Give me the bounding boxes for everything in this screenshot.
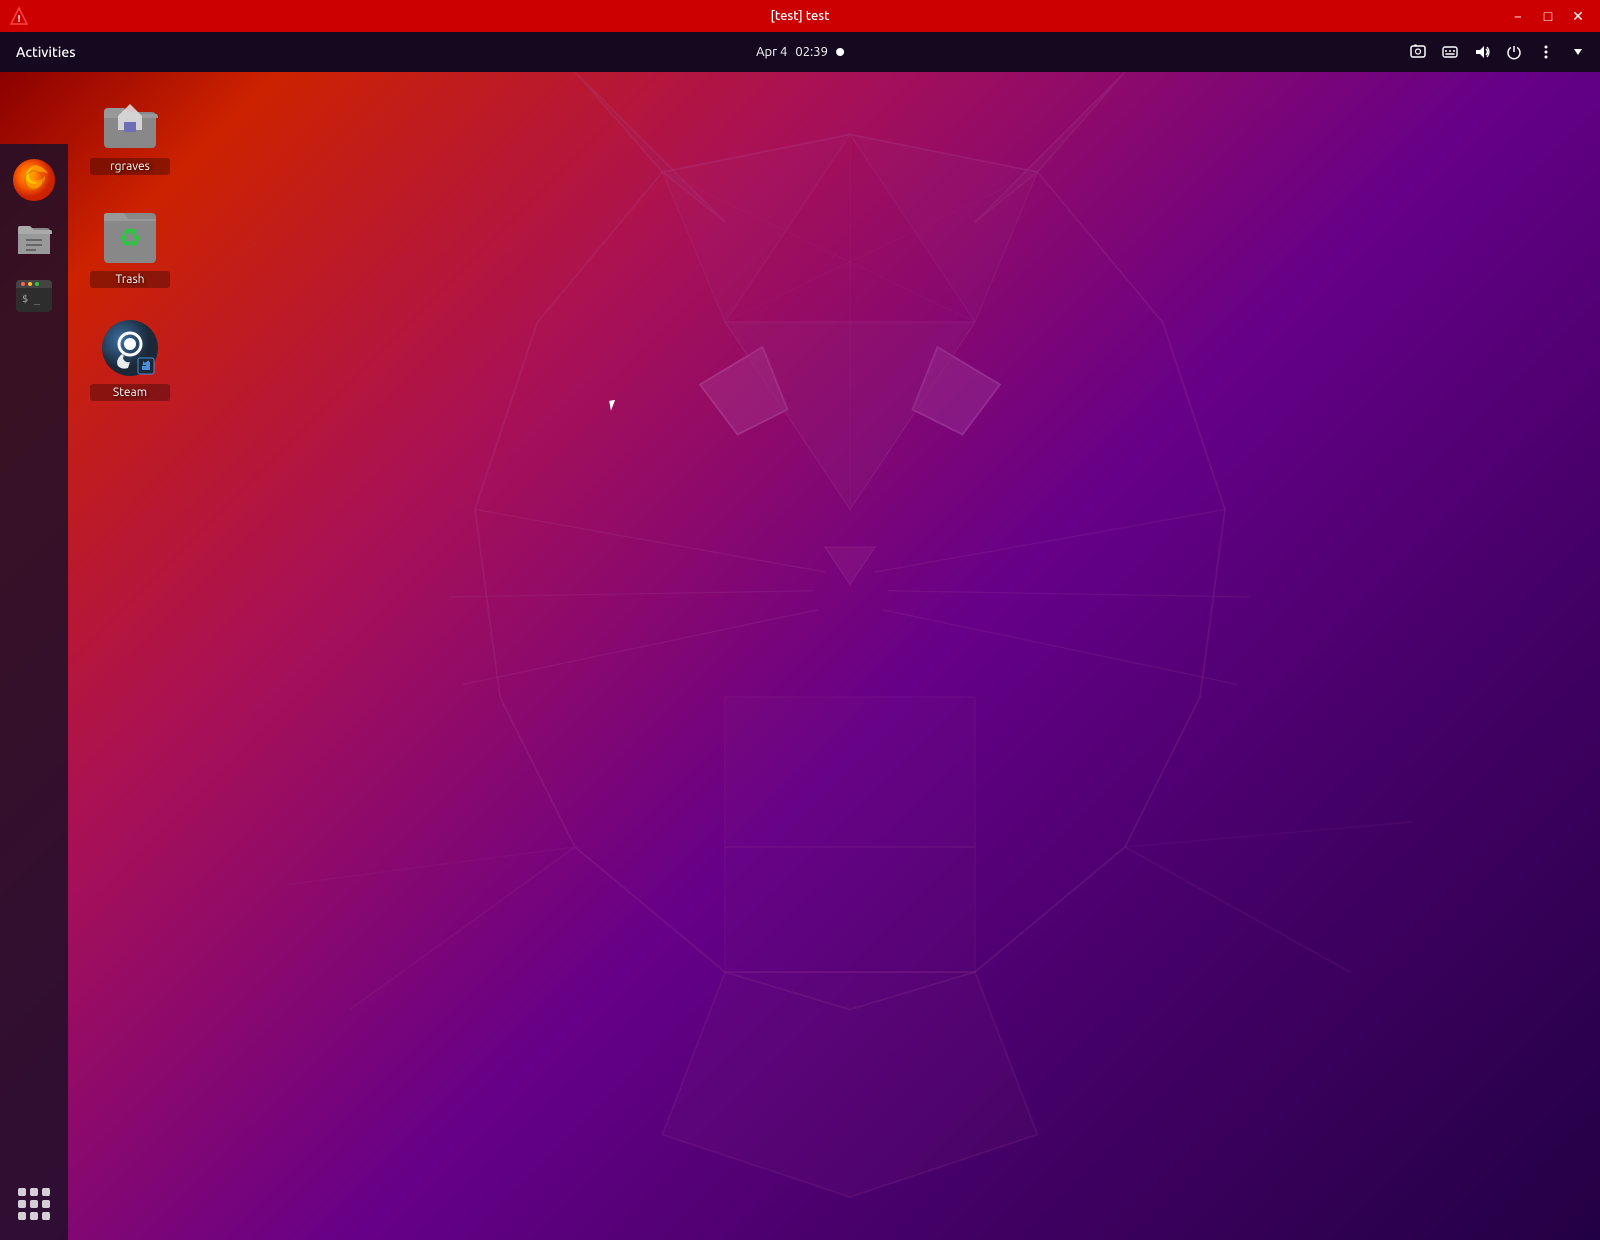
svg-text:!: ! (18, 13, 21, 24)
clock-indicator (836, 48, 844, 56)
desktop-wallpaper-art (100, 72, 1600, 1240)
terminal-icon: $ _ (12, 274, 56, 318)
apps-dot (42, 1200, 50, 1208)
dock-item-firefox[interactable] (8, 154, 60, 206)
home-folder-icon (100, 92, 160, 152)
desktop-icon-home[interactable]: rgraves (90, 92, 170, 175)
top-panel: Activities Apr 4 02:39 (0, 32, 1600, 72)
trash-label: Trash (90, 271, 170, 288)
clock-date: Apr 4 (756, 45, 787, 59)
power-tray-icon[interactable] (1500, 38, 1528, 66)
close-button[interactable]: ✕ (1564, 2, 1592, 30)
trash-icon-svg: ♻ (102, 205, 158, 265)
indicator-tray-icon[interactable] (1532, 38, 1560, 66)
apps-dot (18, 1188, 26, 1196)
keyboard-tray-icon[interactable] (1436, 38, 1464, 66)
apps-dot (18, 1212, 26, 1220)
desktop-icon-trash[interactable]: ♻ Trash (90, 205, 170, 288)
apps-dot (30, 1200, 38, 1208)
home-icon-svg (100, 94, 160, 150)
apps-dot (42, 1188, 50, 1196)
clock[interactable]: Apr 4 02:39 (756, 45, 844, 59)
trash-icon: ♻ (100, 205, 160, 265)
apps-dot (30, 1212, 38, 1220)
activities-button[interactable]: Activities (0, 32, 92, 72)
minimize-button[interactable]: − (1504, 2, 1532, 30)
dock-item-terminal[interactable]: $ _ (8, 270, 60, 322)
apps-grid-icon (18, 1188, 50, 1220)
dropdown-tray-icon[interactable] (1564, 38, 1592, 66)
window-title: [test] test (771, 9, 830, 23)
mouse-cursor (609, 399, 620, 410)
svg-text:♻: ♻ (118, 223, 141, 252)
home-folder-label: rgraves (90, 158, 170, 175)
titlebar: ! [test] test − □ ✕ (0, 0, 1600, 32)
apps-dot (18, 1200, 26, 1208)
maximize-button[interactable]: □ (1534, 2, 1562, 30)
firefox-icon (11, 157, 57, 203)
steam-icon-svg (100, 318, 160, 378)
steam-icon (100, 318, 160, 378)
show-applications-button[interactable] (8, 1178, 60, 1230)
titlebar-left: ! (0, 5, 30, 27)
desktop: $ _ (0, 72, 1600, 1240)
window-controls: − □ ✕ (1504, 2, 1600, 30)
apps-dot (42, 1212, 50, 1220)
apps-dot (30, 1188, 38, 1196)
app-icon: ! (8, 5, 30, 27)
steam-label: Steam (90, 384, 170, 401)
system-tray (1404, 38, 1600, 66)
desktop-icons-area: rgraves ♻ Trash (80, 82, 180, 411)
clock-time: 02:39 (795, 45, 828, 59)
dock-item-files[interactable] (8, 212, 60, 264)
desktop-icon-steam[interactable]: Steam (90, 318, 170, 401)
dock: $ _ (0, 144, 68, 1240)
svg-text:$ _: $ _ (22, 294, 41, 305)
screenshot-tray-icon[interactable] (1404, 38, 1432, 66)
volume-tray-icon[interactable] (1468, 38, 1496, 66)
files-icon (12, 216, 56, 260)
